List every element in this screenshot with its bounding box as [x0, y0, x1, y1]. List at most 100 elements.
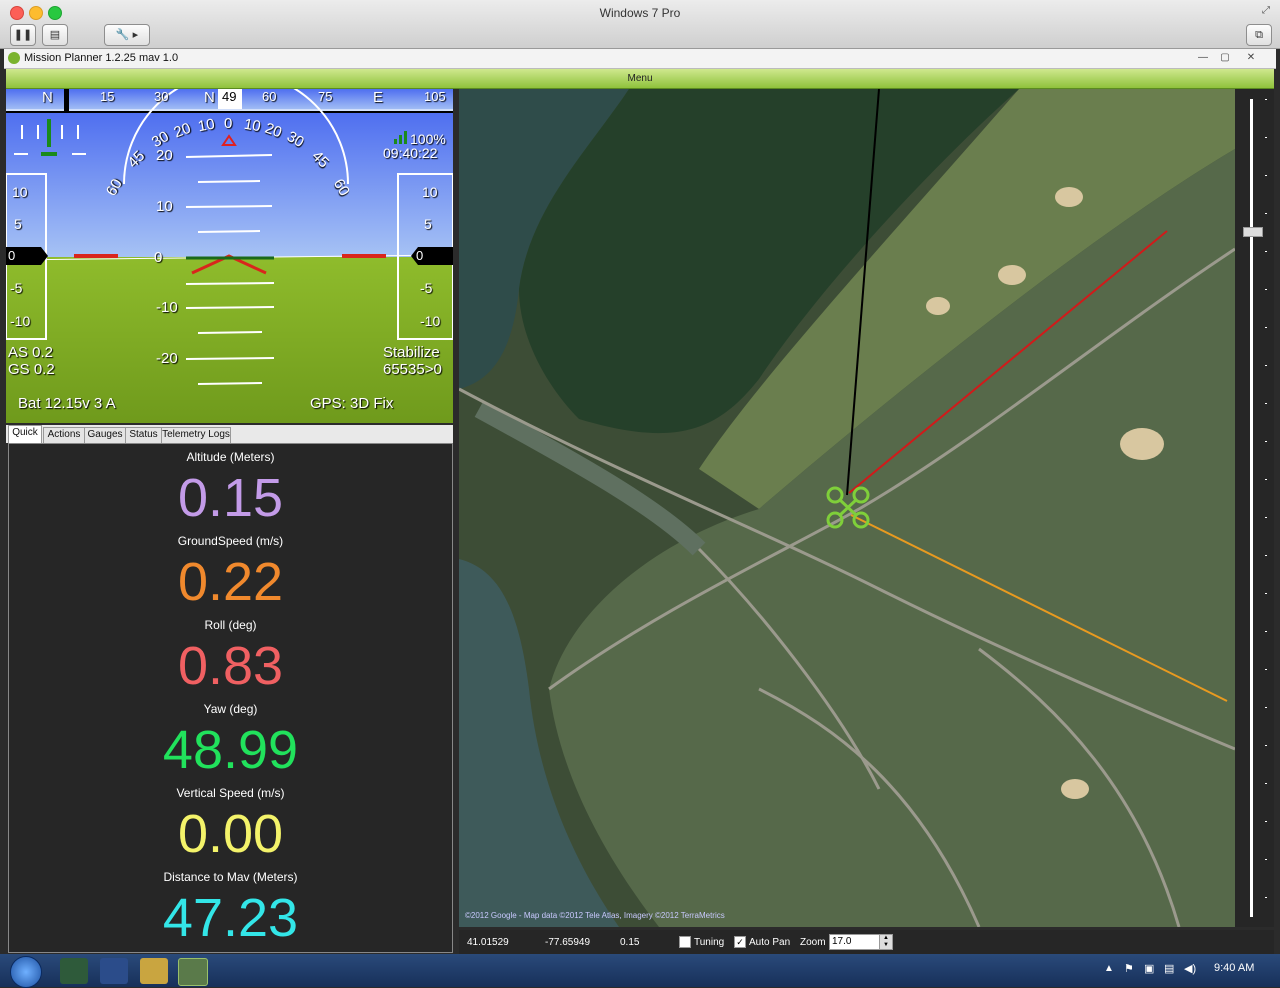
altitude-tape-value: 0 [416, 248, 424, 263]
battery-readout: Bat 12.15v 3 A [18, 395, 116, 412]
map-copyright: ©2012 Google - Map data ©2012 Tele Atlas… [465, 911, 725, 920]
maximize-button[interactable]: ▢ [1214, 51, 1236, 65]
tray-expand-icon[interactable]: ▲ [1104, 963, 1114, 974]
pitch-label: -20 [156, 350, 178, 367]
panel-tabs: Quick Actions Gauges Status Telemetry Lo… [6, 425, 453, 444]
pitch-label: 20 [156, 147, 173, 164]
host-window-titlebar: Windows 7 Pro ❚❚ ▤ 🔧 ▸ ⧉ ⤢ [0, 0, 1280, 49]
close-button[interactable]: ✕ [1240, 51, 1262, 65]
quick-label-distance: Distance to Mav (Meters) [163, 870, 298, 884]
minimize-button[interactable]: — [1192, 51, 1214, 65]
snapshot-icon: ▤ [49, 29, 61, 41]
zoom-input[interactable]: 17.0 [829, 934, 881, 950]
snapshot-button[interactable]: ▤ [42, 24, 68, 46]
longitude-readout: -77.65949 [545, 937, 591, 948]
quick-value-roll[interactable]: 0.83 [9, 639, 452, 693]
start-button[interactable] [10, 956, 42, 988]
altitude-tape-label: -5 [420, 280, 433, 296]
map-view[interactable]: ©2012 Google - Map data ©2012 Tele Atlas… [459, 89, 1235, 927]
altitude-readout: 0.15 [620, 937, 640, 948]
zoom-spinner[interactable]: ▲ ▼ [879, 934, 893, 950]
tab-status[interactable]: Status [125, 427, 162, 444]
zoom-slider[interactable] [1235, 89, 1274, 927]
quick-value-yaw[interactable]: 48.99 [9, 723, 452, 777]
pause-icon: ❚❚ [13, 29, 33, 41]
app-title: Mission Planner 1.2.25 mav 1.0 [24, 52, 179, 64]
tab-gauges[interactable]: Gauges [84, 427, 126, 444]
tuning-checkbox[interactable] [679, 936, 691, 948]
airspeed-readout: AS 0.2 [8, 344, 54, 361]
heading-tick: 30 [154, 89, 169, 104]
roll-label: 0 [224, 115, 233, 132]
heading-tick: 15 [100, 89, 115, 104]
tab-quick[interactable]: Quick [8, 425, 42, 443]
auto-pan-checkbox[interactable]: ✓ [734, 936, 746, 948]
taskbar-folder-icon[interactable] [140, 958, 168, 984]
tray-device-icon[interactable]: ▣ [1144, 962, 1154, 975]
heading-tick: 105 [424, 89, 446, 104]
restore-vm-button[interactable]: ⧉ [1246, 24, 1272, 46]
quick-value-vertical-speed[interactable]: 0.00 [9, 807, 452, 861]
app-titlebar: Mission Planner 1.2.25 mav 1.0 — ▢ ✕ [4, 49, 1276, 69]
roll-label: 10 [196, 115, 217, 136]
wrench-icon: 🔧 ▸ [115, 29, 139, 41]
latitude-readout: 41.01529 [467, 937, 509, 948]
taskbar-app-icon[interactable] [60, 958, 88, 984]
hud-display: N 15 30 N 49 60 75 E 105 60 45 30 20 10 … [6, 89, 453, 423]
heading-tick: N [204, 89, 215, 106]
quick-label-vertical-speed: Vertical Speed (m/s) [176, 786, 285, 800]
zoom-ticks [1265, 99, 1267, 917]
tray-volume-icon[interactable]: ◀) [1184, 962, 1196, 975]
quick-value-distance[interactable]: 47.23 [9, 891, 452, 945]
quick-value-altitude[interactable]: 0.15 [9, 471, 452, 525]
gps-status: GPS: 3D Fix [310, 395, 394, 412]
quick-panel: Altitude (Meters) 0.15 GroundSpeed (m/s)… [8, 443, 453, 953]
hud-clock: 09:40:22 [383, 145, 438, 161]
heading-value: 49 [222, 89, 237, 104]
tray-network-icon[interactable]: ▤ [1164, 962, 1174, 975]
speed-tape-label: -5 [10, 280, 23, 296]
flight-mode: Stabilize [383, 344, 440, 361]
map-status-bar: 41.01529 -77.65949 0.15 Tuning ✓ Auto Pa… [459, 930, 1274, 954]
altitude-tape-label: 5 [424, 216, 432, 232]
zoom-label: Zoom [800, 937, 826, 948]
speed-tape-label: 5 [14, 216, 22, 232]
satellite-map [459, 89, 1235, 927]
tray-flag-icon[interactable]: ⚑ [1124, 962, 1134, 975]
settings-button[interactable]: 🔧 ▸ [104, 24, 150, 46]
fullscreen-icon[interactable]: ⤢ [1262, 5, 1270, 16]
heading-tick: 75 [318, 89, 333, 104]
speed-tape-label: 10 [12, 184, 28, 200]
auto-pan-label: Auto Pan [749, 937, 791, 948]
quick-value-groundspeed[interactable]: 0.22 [9, 555, 452, 609]
tab-telemetry-logs[interactable]: Telemetry Logs [161, 427, 231, 444]
speed-tape-label: -10 [10, 313, 31, 329]
altitude-tape-label: 10 [422, 184, 438, 200]
menu-bar[interactable]: Menu [6, 69, 1274, 89]
quick-label-yaw: Yaw (deg) [203, 702, 258, 716]
roll-label: 10 [242, 115, 263, 136]
windows-taskbar: ▲ ⚑ ▣ ▤ ◀) 9:40 AM [0, 954, 1280, 988]
pitch-label: 10 [156, 198, 173, 215]
quick-label-roll: Roll (deg) [204, 618, 257, 632]
heading-tick: N [42, 89, 53, 106]
zoom-slider-thumb[interactable] [1243, 227, 1263, 237]
pause-vm-button[interactable]: ❚❚ [10, 24, 36, 46]
heading-tick: E [373, 89, 384, 106]
quick-label-groundspeed: GroundSpeed (m/s) [177, 534, 284, 548]
app-logo-icon [8, 52, 20, 64]
speed-tape-value: 0 [8, 248, 16, 263]
pitch-label: -10 [156, 299, 178, 316]
taskbar-mission-planner-icon[interactable] [178, 958, 208, 986]
window-restore-icon: ⧉ [1255, 29, 1263, 41]
host-window-title: Windows 7 Pro [599, 6, 681, 20]
tuning-label: Tuning [694, 937, 725, 948]
quick-label-altitude: Altitude (Meters) [186, 450, 275, 464]
pitch-label: 0 [154, 249, 163, 266]
waypoint-info: 65535>0 [383, 361, 442, 378]
tab-actions[interactable]: Actions [43, 427, 85, 444]
heading-tick: 60 [262, 89, 277, 104]
taskbar-app-icon[interactable] [100, 958, 128, 984]
altitude-tape-label: -10 [420, 313, 441, 329]
taskbar-clock[interactable]: 9:40 AM [1214, 962, 1254, 974]
